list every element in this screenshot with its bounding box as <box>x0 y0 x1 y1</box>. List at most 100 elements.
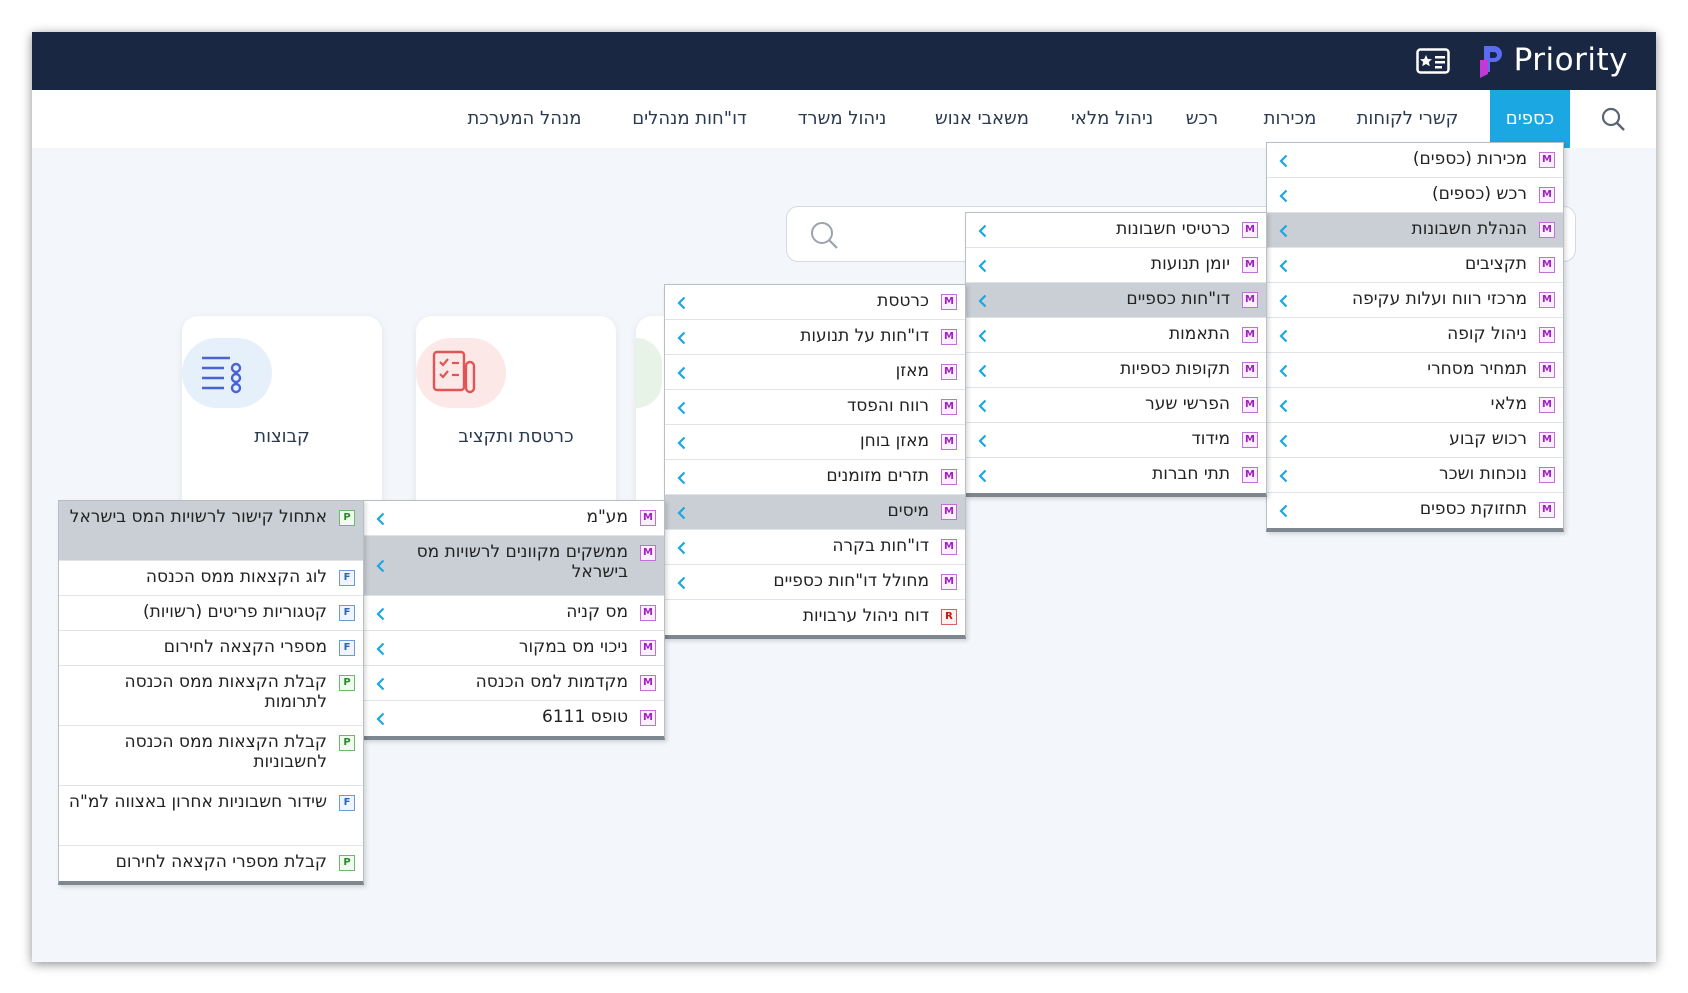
main-nav: כספים קשרי לקוחות מכירות רכש ניהול מלאי … <box>32 90 1656 148</box>
menu-item-label: מספרי הקצאה לחירום <box>163 637 327 657</box>
card-ledger-budget[interactable]: כרטסת ותקציב <box>416 316 616 516</box>
nav-crm[interactable]: קשרי לקוחות <box>1345 90 1470 148</box>
menu-item-payroll[interactable]: M נוכחות ושכר <box>1267 458 1563 493</box>
chevron-left-icon <box>677 506 686 520</box>
menu-item-profit-loss[interactable]: M רווח והפסד <box>665 390 965 425</box>
menu-item-fiscal-periods[interactable]: M תקופות כספיות <box>966 353 1266 388</box>
chevron-left-icon <box>376 712 385 726</box>
menu-item-label: מכירות (כספים) <box>1412 149 1527 169</box>
menu-item-label: מאזן בוחן <box>859 431 929 451</box>
menu-item-label: הנהלת חשבונות <box>1411 219 1527 239</box>
badge-p: P <box>339 735 355 751</box>
badge-m: M <box>1539 152 1555 168</box>
menu-item-label: תזרים מזומנים <box>826 466 929 486</box>
menu-item-report-generator[interactable]: M מחולל דו"חות כספיים <box>665 565 965 600</box>
menu-item-init-tax-link[interactable]: P אתחול קישור לרשויות המס בישראל <box>59 501 363 561</box>
menu-item-allocations-invoices[interactable]: P קבלת הקצאות ממס הכנסה לחשבוניות <box>59 726 363 786</box>
menu-item-sales-finance[interactable]: M מכירות (כספים) <box>1267 143 1563 178</box>
menu-item-reconciliations[interactable]: M התאמות <box>966 318 1266 353</box>
menu-item-allocations-log[interactable]: F לוג הקצאות ממס הכנסה <box>59 561 363 596</box>
menu-item-income-tax-advances[interactable]: M מקדמות למס הכנסה <box>364 666 664 701</box>
chevron-left-icon <box>376 607 385 621</box>
menu-item-indexation[interactable]: M מידוד <box>966 423 1266 458</box>
menu-item-accounting[interactable]: M הנהלת חשבונות <box>1267 213 1563 248</box>
menu-item-ledger[interactable]: M כרטסת <box>665 285 965 320</box>
nav-sales[interactable]: מכירות <box>1250 90 1330 148</box>
menu-item-balance-sheet[interactable]: M מאזן <box>665 355 965 390</box>
nav-mgmt-reports[interactable]: דו"חות מנהלים <box>617 90 762 148</box>
menu-item-label: מידוד <box>1191 429 1230 449</box>
menu-item-purchase-tax[interactable]: M מס קניה <box>364 596 664 631</box>
menu-finance: M מכירות (כספים) M רכש (כספים) M הנהלת חשבו… <box>1266 142 1564 532</box>
card-icon-bg <box>182 338 272 408</box>
menu-item-control-reports[interactable]: M דו"חות בקרה <box>665 530 965 565</box>
nav-inventory[interactable]: ניהול מלאי <box>1062 90 1162 148</box>
menu-item-purchasing-finance[interactable]: M רכש (כספים) <box>1267 178 1563 213</box>
chevron-left-icon <box>978 259 987 273</box>
menu-item-exchange-diffs[interactable]: M הפרשי שער <box>966 388 1266 423</box>
menu-item-label: דו"חות כספיים <box>1126 289 1230 309</box>
nav-office[interactable]: ניהול משרד <box>782 90 902 148</box>
badge-f: F <box>339 640 355 656</box>
menu-item-online-tax-interfaces[interactable]: M ממשקים מקוונים לרשויות מס בישראל <box>364 536 664 596</box>
menu-item-label: מאזן <box>895 361 929 381</box>
menu-item-item-categories[interactable]: F קטגוריות פריטים (רשויות) <box>59 596 363 631</box>
menu-item-journal[interactable]: M יומן תנועות <box>966 248 1266 283</box>
badge-m: M <box>1539 502 1555 518</box>
badge-m: M <box>1539 327 1555 343</box>
app-window: Priority כספים קשרי לקוחות מכירות רכש ני… <box>32 32 1656 962</box>
menu-item-allocations-donations[interactable]: P קבלת הקצאות ממס הכנסה לתרומות <box>59 666 363 726</box>
search-icon[interactable] <box>1600 106 1626 132</box>
list-options-icon <box>202 356 242 394</box>
menu-item-label: מיסים <box>887 501 929 521</box>
badge-m: M <box>1242 222 1258 238</box>
menu-item-profit-centers[interactable]: M מרכזי רווח ועלות עקיפה <box>1267 283 1563 318</box>
badge-m: M <box>640 710 656 726</box>
menu-item-label: רכש (כספים) <box>1431 184 1527 204</box>
menu-item-cash-flow[interactable]: M תזרים מזומנים <box>665 460 965 495</box>
card-icon-bg <box>636 338 662 408</box>
menu-item-costing[interactable]: M תמחיר מסחרי <box>1267 353 1563 388</box>
chevron-left-icon <box>1279 224 1288 238</box>
menu-item-fixed-assets[interactable]: M רכוש קבוע <box>1267 423 1563 458</box>
id-card-icon[interactable] <box>1416 48 1450 74</box>
nav-finance[interactable]: כספים <box>1490 90 1570 148</box>
chevron-left-icon <box>978 399 987 413</box>
chevron-left-icon <box>376 642 385 656</box>
menu-item-label: תתי חברות <box>1152 464 1230 484</box>
menu-item-guarantees-report[interactable]: R דוח ניהול ערבויות <box>665 600 965 635</box>
logo[interactable]: Priority <box>1478 42 1628 78</box>
nav-sysadmin[interactable]: מנהל המערכת <box>452 90 597 148</box>
nav-purchasing[interactable]: רכש <box>1172 90 1232 148</box>
chevron-left-icon <box>1279 329 1288 343</box>
chevron-left-icon <box>376 512 385 526</box>
menu-item-transaction-reports[interactable]: M דו"חות על תנועות <box>665 320 965 355</box>
menu-item-withholding-tax[interactable]: M ניכוי מס במקור <box>364 631 664 666</box>
menu-item-cash-management[interactable]: M ניהול קופה <box>1267 318 1563 353</box>
card-label: כרטסת ותקציב <box>458 426 574 447</box>
menu-item-budgets[interactable]: M תקציבים <box>1267 248 1563 283</box>
menu-item-finance-maintenance[interactable]: M תחזוקת כספים <box>1267 493 1563 528</box>
menu-item-label: מס קניה <box>566 602 628 622</box>
menu-item-trial-balance[interactable]: M מאזן בוחן <box>665 425 965 460</box>
menu-item-last-batch-transmit[interactable]: F שידור חשבוניות אחרון באצווה למ"ה <box>59 786 363 846</box>
menu-item-vat[interactable]: M מע"מ <box>364 501 664 536</box>
badge-m: M <box>941 399 957 415</box>
menu-item-label: טופס 6111 <box>542 707 628 727</box>
badge-m: M <box>1242 397 1258 413</box>
menu-item-subsidiaries[interactable]: M תתי חברות <box>966 458 1266 493</box>
menu-item-form-6111[interactable]: M טופס 6111 <box>364 701 664 736</box>
menu-item-inventory[interactable]: M מלאי <box>1267 388 1563 423</box>
menu-item-financial-reports[interactable]: M דו"חות כספיים <box>966 283 1266 318</box>
badge-f: F <box>339 570 355 586</box>
badge-m: M <box>1242 432 1258 448</box>
card-groups[interactable]: קבוצות <box>182 316 382 516</box>
menu-item-label: מע"מ <box>586 507 628 527</box>
chevron-left-icon <box>677 576 686 590</box>
menu-item-get-emergency-numbers[interactable]: P קבלת מספרי הקצאה לחירום <box>59 846 363 881</box>
menu-item-emergency-numbers[interactable]: F מספרי הקצאה לחירום <box>59 631 363 666</box>
menu-item-gl-accounts[interactable]: M כרטיסי חשבונות <box>966 213 1266 248</box>
menu-item-taxes[interactable]: M מיסים <box>665 495 965 530</box>
nav-hr[interactable]: משאבי אנוש <box>922 90 1042 148</box>
badge-f: F <box>339 795 355 811</box>
